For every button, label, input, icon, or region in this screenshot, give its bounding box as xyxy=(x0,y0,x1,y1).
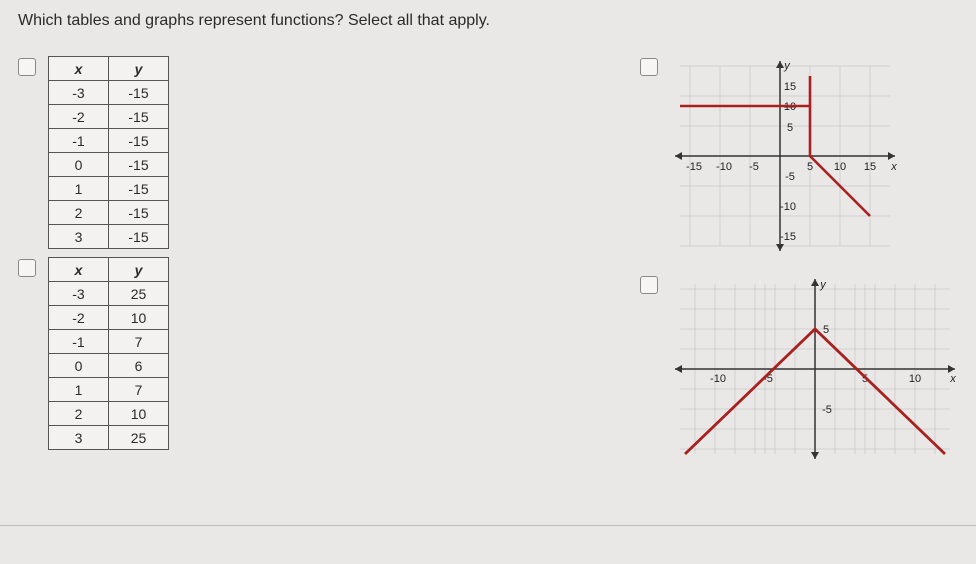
question-text: Which tables and graphs represent functi… xyxy=(18,12,958,30)
arrow-icon xyxy=(811,279,819,286)
option-graph-1: 15 10 5 -5 -10 -15 -15 -10 -5 5 10 15 y … xyxy=(640,56,960,256)
cell: -2 xyxy=(49,306,109,330)
table-row: 0-15 xyxy=(49,153,169,177)
checkbox-table-1[interactable] xyxy=(18,58,36,76)
arrow-icon xyxy=(811,452,819,459)
tick-label: 10 xyxy=(909,373,921,385)
cell: -15 xyxy=(109,129,169,153)
tick-label: 5 xyxy=(787,122,793,134)
table-row: -2-15 xyxy=(49,105,169,129)
arrow-icon xyxy=(888,152,895,160)
table-row: -325 xyxy=(49,282,169,306)
tick-label: -5 xyxy=(822,404,832,416)
arrow-icon xyxy=(675,365,682,373)
cell: -15 xyxy=(109,225,169,249)
graph-2: 5 -5 -10 -5 5 10 y x xyxy=(670,274,960,464)
option-graph-2: 5 -5 -10 -5 5 10 y x xyxy=(640,274,960,464)
table-row: x y xyxy=(49,57,169,81)
arrow-icon xyxy=(948,365,955,373)
graphs-column: 15 10 5 -5 -10 -15 -15 -10 -5 5 10 15 y … xyxy=(640,56,960,464)
cell: 1 xyxy=(49,378,109,402)
tick-label: 5 xyxy=(807,161,813,173)
table-row: 17 xyxy=(49,378,169,402)
cell: 7 xyxy=(109,378,169,402)
cell: 0 xyxy=(49,354,109,378)
table-row: -1-15 xyxy=(49,129,169,153)
col-header-y: y xyxy=(109,57,169,81)
checkbox-table-2[interactable] xyxy=(18,259,36,277)
checkbox-graph-1[interactable] xyxy=(640,58,658,76)
cell: 25 xyxy=(109,282,169,306)
arrow-icon xyxy=(776,61,784,68)
checkbox-graph-2[interactable] xyxy=(640,276,658,294)
axis-label: x xyxy=(949,373,956,385)
table-row: 325 xyxy=(49,426,169,450)
tick-label: -10 xyxy=(716,161,732,173)
table-row: 2-15 xyxy=(49,201,169,225)
table-2: x y -325 -210 -17 06 17 210 325 xyxy=(48,257,169,450)
tick-label: -5 xyxy=(749,161,759,173)
cell: 3 xyxy=(49,225,109,249)
graph-1: 15 10 5 -5 -10 -15 -15 -10 -5 5 10 15 y … xyxy=(670,56,900,256)
cell: 2 xyxy=(49,402,109,426)
col-header-y: y xyxy=(109,258,169,282)
cell: -1 xyxy=(49,330,109,354)
tables-column: x y -3-15 -2-15 -1-15 0-15 1-15 2-15 3-1… xyxy=(18,56,169,450)
cell: 3 xyxy=(49,426,109,450)
cell: 2 xyxy=(49,201,109,225)
option-table-2: x y -325 -210 -17 06 17 210 325 xyxy=(18,257,169,450)
table-row: x y xyxy=(49,258,169,282)
tick-label: -5 xyxy=(785,171,795,183)
table-row: 1-15 xyxy=(49,177,169,201)
tick-label: 10 xyxy=(834,161,846,173)
cell: 1 xyxy=(49,177,109,201)
cell: -15 xyxy=(109,153,169,177)
col-header-x: x xyxy=(49,57,109,81)
cell: -15 xyxy=(109,201,169,225)
table-1: x y -3-15 -2-15 -1-15 0-15 1-15 2-15 3-1… xyxy=(48,56,169,249)
cell: -2 xyxy=(49,105,109,129)
option-table-1: x y -3-15 -2-15 -1-15 0-15 1-15 2-15 3-1… xyxy=(18,56,169,249)
cell: -15 xyxy=(109,177,169,201)
cell: -1 xyxy=(49,129,109,153)
tick-label: -15 xyxy=(686,161,702,173)
cell: -15 xyxy=(109,105,169,129)
cell: -3 xyxy=(49,81,109,105)
divider-line xyxy=(0,525,976,526)
col-header-x: x xyxy=(49,258,109,282)
table-row: -210 xyxy=(49,306,169,330)
table-row: 3-15 xyxy=(49,225,169,249)
content-area: x y -3-15 -2-15 -1-15 0-15 1-15 2-15 3-1… xyxy=(18,56,958,450)
arrow-icon xyxy=(776,244,784,251)
arrow-icon xyxy=(675,152,682,160)
table-row: -17 xyxy=(49,330,169,354)
table-row: 210 xyxy=(49,402,169,426)
cell: -3 xyxy=(49,282,109,306)
tick-label: -10 xyxy=(780,201,796,213)
cell: 7 xyxy=(109,330,169,354)
cell: 10 xyxy=(109,306,169,330)
tick-label: -15 xyxy=(780,231,796,243)
table-row: -3-15 xyxy=(49,81,169,105)
cell: 6 xyxy=(109,354,169,378)
tick-label: 15 xyxy=(784,81,796,93)
axis-label: x xyxy=(890,161,897,173)
cell: 0 xyxy=(49,153,109,177)
cell: 10 xyxy=(109,402,169,426)
cell: 25 xyxy=(109,426,169,450)
tick-label: -10 xyxy=(710,373,726,385)
cell: -15 xyxy=(109,81,169,105)
tick-label: 15 xyxy=(864,161,876,173)
table-row: 06 xyxy=(49,354,169,378)
tick-label: 5 xyxy=(823,324,829,336)
